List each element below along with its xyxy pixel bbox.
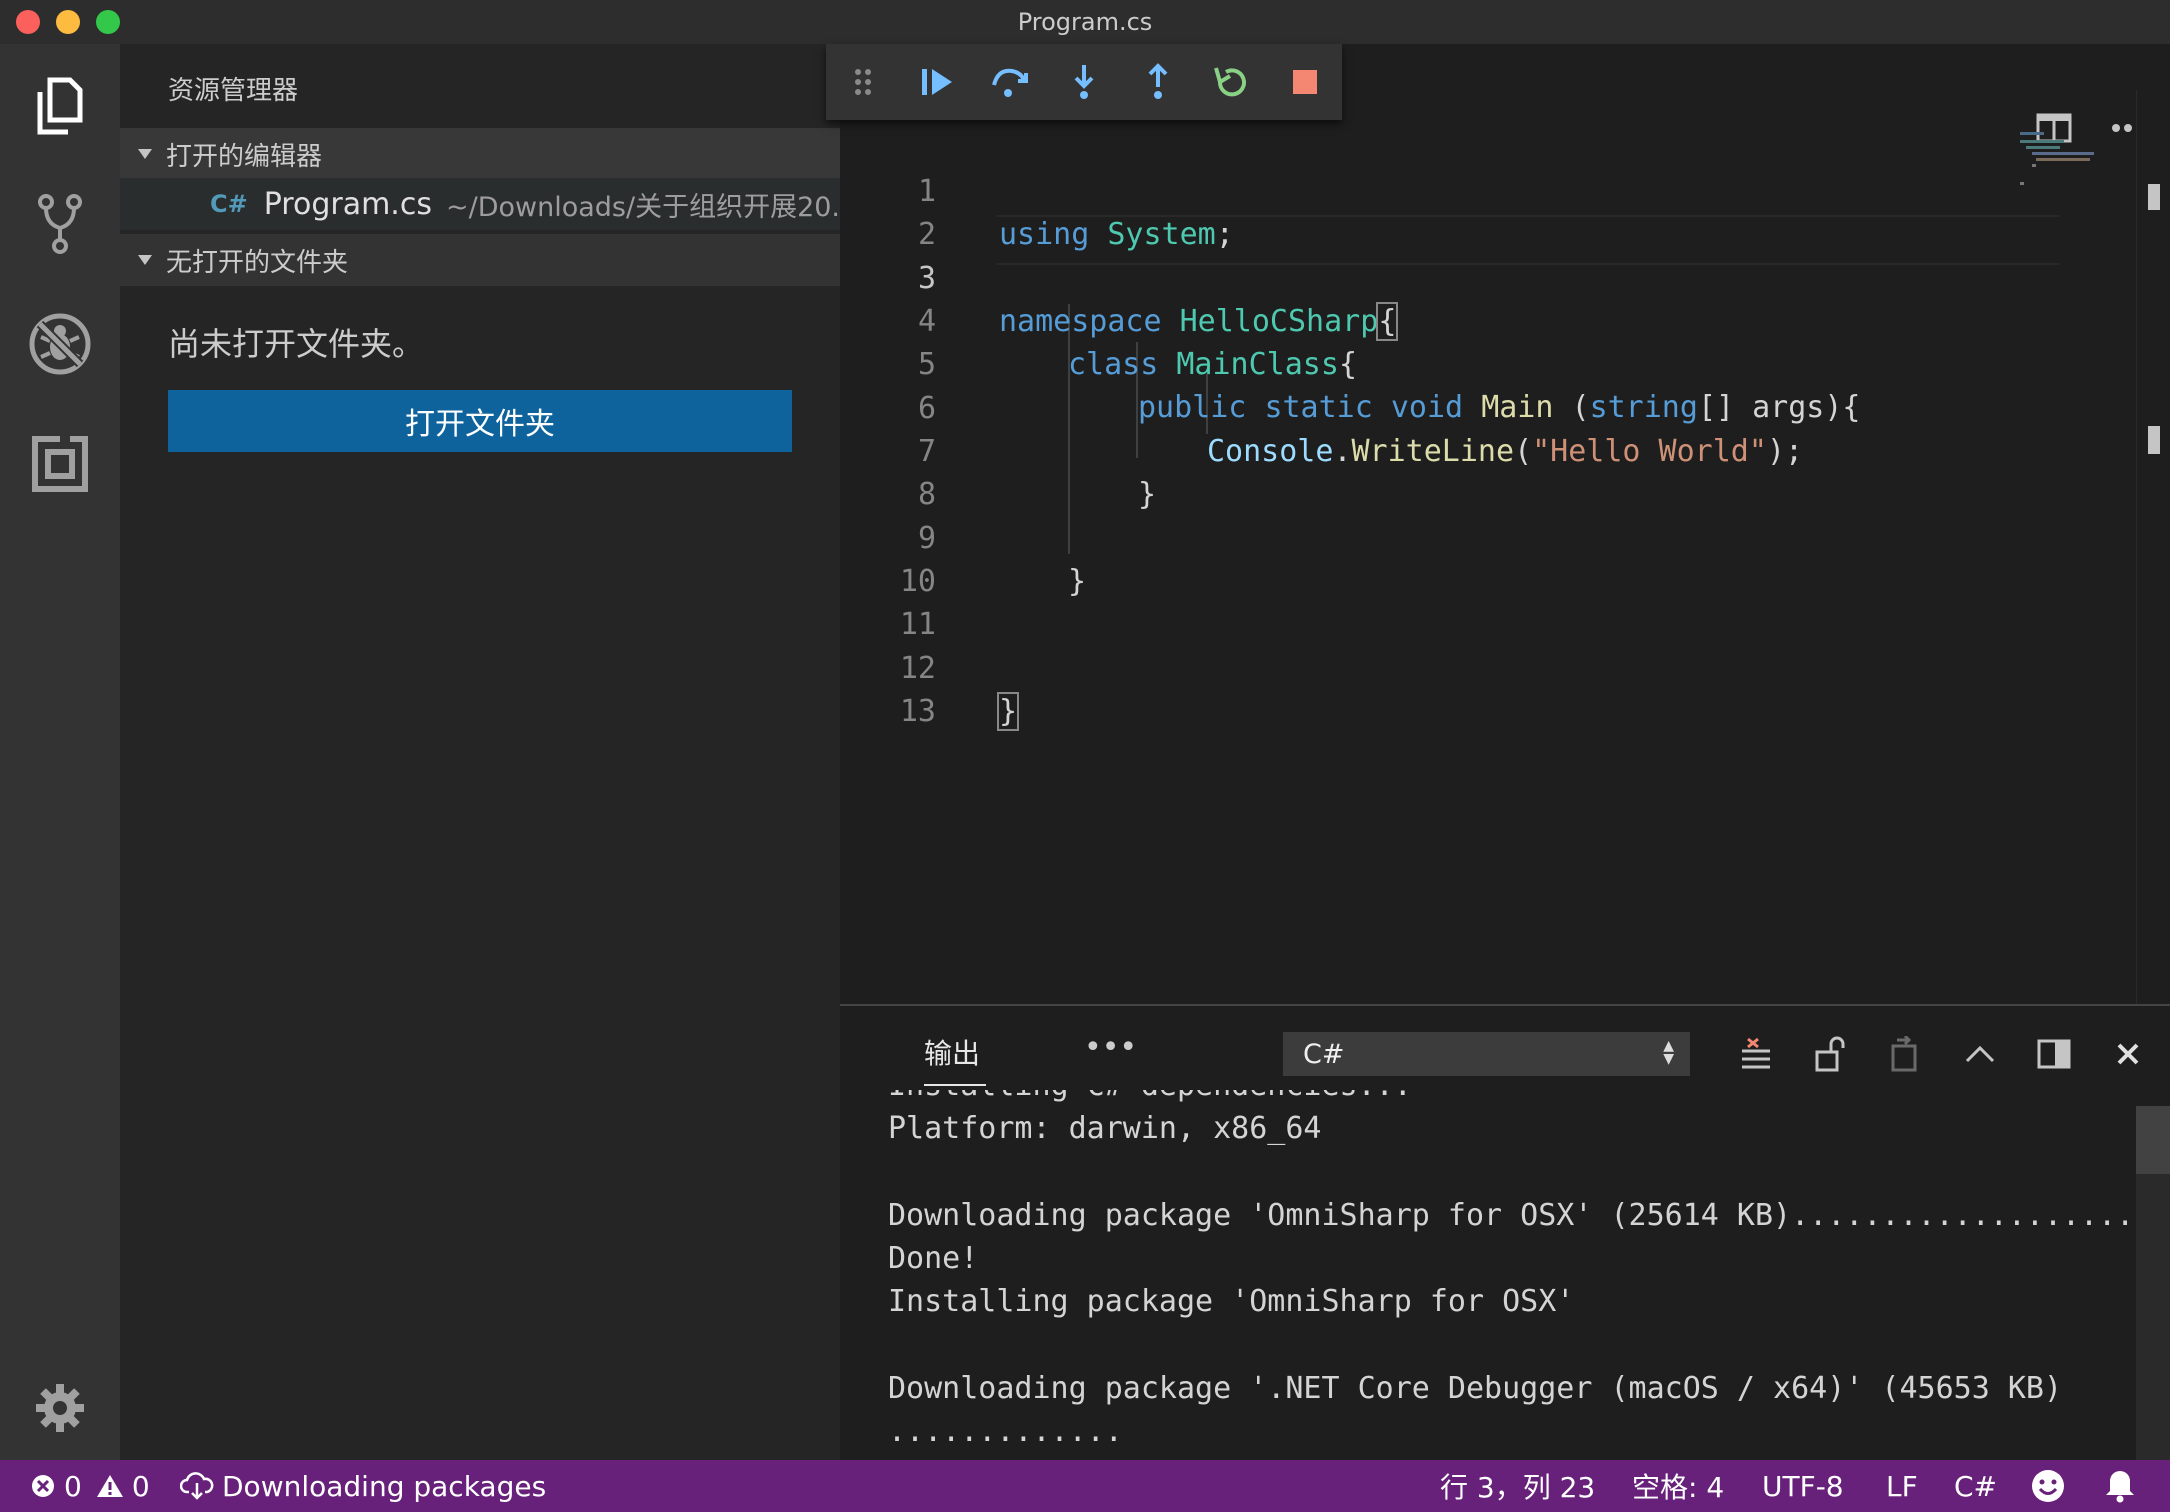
vscode-window: Program.cs 资源管理器 打开的编辑器 C# Program.cs ~/… [0, 0, 2170, 1512]
code-line-6: 6 Console.WriteLine("Hello World"); [840, 344, 2020, 469]
no-folder-title: 无打开的文件夹 [166, 247, 349, 278]
close-window-button[interactable] [16, 10, 40, 34]
warning-icon [96, 1473, 124, 1499]
code-line-3: 3 namespace HelloCSharp{ [840, 214, 2020, 341]
output-line: Downloading package '.NET Core Debugger … [888, 1371, 2062, 1406]
open-log-icon[interactable] [1882, 1032, 1926, 1076]
code-line-12: 12 } [840, 604, 2020, 731]
output-line: Installing package 'OmniSharp for OSX' [888, 1284, 1575, 1319]
error-icon [30, 1473, 56, 1499]
close-icon[interactable] [2106, 1032, 2150, 1076]
language-mode[interactable]: C# [1954, 1460, 1997, 1512]
activity-bar [0, 44, 120, 1460]
cloud-download-icon [180, 1472, 214, 1500]
indentation[interactable]: 空格: 4 [1632, 1460, 1724, 1512]
open-editor-file-path: ~/Downloads/关于组织开展20... [445, 191, 840, 223]
cursor-position[interactable]: 行 3，列 23 [1440, 1460, 1595, 1512]
code-line-5: 5 public static void Main (string[] args… [840, 300, 2020, 425]
no-folder-section-header[interactable]: 无打开的文件夹 [120, 234, 840, 286]
output-line: Installing C# dependencies... [888, 1090, 1412, 1103]
matched-bracket: } [996, 692, 1020, 731]
notifications-bell-icon[interactable] [2104, 1460, 2136, 1512]
extensions-icon[interactable] [24, 428, 96, 500]
code-line-11: 11 [840, 560, 2020, 642]
output-line: Platform: darwin, x86_64 [888, 1111, 1322, 1146]
download-status[interactable]: Downloading packages [180, 1460, 546, 1512]
output-line: Downloading package 'OmniSharp for OSX' … [888, 1198, 2136, 1233]
output-content[interactable]: Installing C# dependencies... Platform: … [840, 1090, 2136, 1462]
output-line: Done! [888, 1241, 979, 1276]
tab-output[interactable]: 输出 [924, 1032, 980, 1072]
debug-toolbar [826, 44, 1342, 120]
overview-ruler-cursor [2148, 184, 2160, 210]
continue-icon[interactable] [900, 44, 974, 120]
debug-icon[interactable] [24, 308, 96, 380]
minimap[interactable] [2018, 130, 2118, 190]
code-line-9: 9 } [840, 474, 2020, 599]
explorer-sidebar: 资源管理器 打开的编辑器 C# Program.cs ~/Downloads/关… [120, 44, 840, 1460]
csharp-file-icon: C# [210, 190, 248, 218]
code-line-13: 13 [840, 647, 2020, 729]
gear-icon[interactable] [24, 1372, 96, 1444]
end-of-line[interactable]: LF [1886, 1460, 1918, 1512]
open-editor-file-name: Program.cs [263, 186, 432, 222]
output-channel-select[interactable]: C# ▲ ▼ [1283, 1032, 1690, 1076]
step-into-icon[interactable] [1047, 44, 1121, 120]
select-arrows-icon: ▲ ▼ [1663, 1038, 1674, 1067]
open-folder-button[interactable]: 打开文件夹 [168, 390, 792, 452]
restart-icon[interactable] [1195, 44, 1269, 120]
code-line-7: 7 } [840, 387, 2020, 512]
output-panel: 输出 ••• C# ▲▼ Installing C# dependencies.… [840, 1004, 2170, 1462]
no-folder-message: 尚未打开文件夹。 [168, 325, 425, 363]
encoding[interactable]: UTF-8 [1762, 1460, 1844, 1512]
drag-handle-icon[interactable] [826, 44, 900, 120]
step-out-icon[interactable] [1121, 44, 1195, 120]
source-control-icon[interactable] [24, 188, 96, 260]
code-line-2: 2 [840, 170, 2020, 252]
expand-triangle-icon [138, 149, 152, 159]
panel-more-icon[interactable]: ••• [1084, 1030, 1137, 1065]
open-editors-title: 打开的编辑器 [166, 141, 323, 172]
feedback-smiley-icon[interactable] [2030, 1460, 2066, 1512]
warning-count: 0 [131, 1469, 150, 1503]
step-over-icon[interactable] [973, 44, 1047, 120]
code-line-1: 1 using System; [840, 127, 2020, 252]
line-number: 13 [899, 694, 936, 729]
lock-icon[interactable] [1808, 1032, 1852, 1076]
explorer-icon[interactable] [24, 70, 96, 142]
split-icon[interactable] [2032, 1032, 2076, 1076]
code-editor[interactable]: 1 using System; 2 3 namespace HelloCShar… [840, 44, 2170, 1004]
editor-scrollbar[interactable] [2136, 90, 2170, 1004]
code-line-8: 8 [840, 430, 2020, 512]
output-channel-value: C# [1303, 1038, 1345, 1070]
code-line-10: 10 [840, 517, 2020, 599]
minimize-window-button[interactable] [56, 10, 80, 34]
output-line: ............. [888, 1414, 1123, 1449]
error-count: 0 [64, 1469, 82, 1503]
status-bar: 0 0 Downloading packages 行 3，列 23 空格: 4 … [0, 1460, 2170, 1512]
open-editor-item[interactable]: C# Program.cs ~/Downloads/关于组织开展20... [120, 178, 840, 230]
maximize-icon[interactable] [1958, 1032, 2002, 1076]
active-tab-indicator [924, 1084, 986, 1086]
stop-icon[interactable] [1268, 44, 1342, 120]
window-title: Program.cs [1017, 8, 1153, 36]
title-bar: Program.cs [0, 0, 2170, 44]
code-line-4: 4 class MainClass{ [840, 257, 2020, 382]
zoom-window-button[interactable] [96, 10, 120, 34]
sidebar-title: 资源管理器 [168, 76, 299, 106]
problems-indicator[interactable]: 0 0 [30, 1460, 150, 1512]
open-editors-section-header[interactable]: 打开的编辑器 [120, 128, 840, 180]
download-status-text: Downloading packages [222, 1469, 547, 1503]
clear-output-icon[interactable] [1734, 1032, 1778, 1076]
overview-ruler-mark [2148, 426, 2160, 454]
output-scrollbar-thumb[interactable] [2136, 1106, 2170, 1174]
expand-triangle-icon [138, 255, 152, 265]
